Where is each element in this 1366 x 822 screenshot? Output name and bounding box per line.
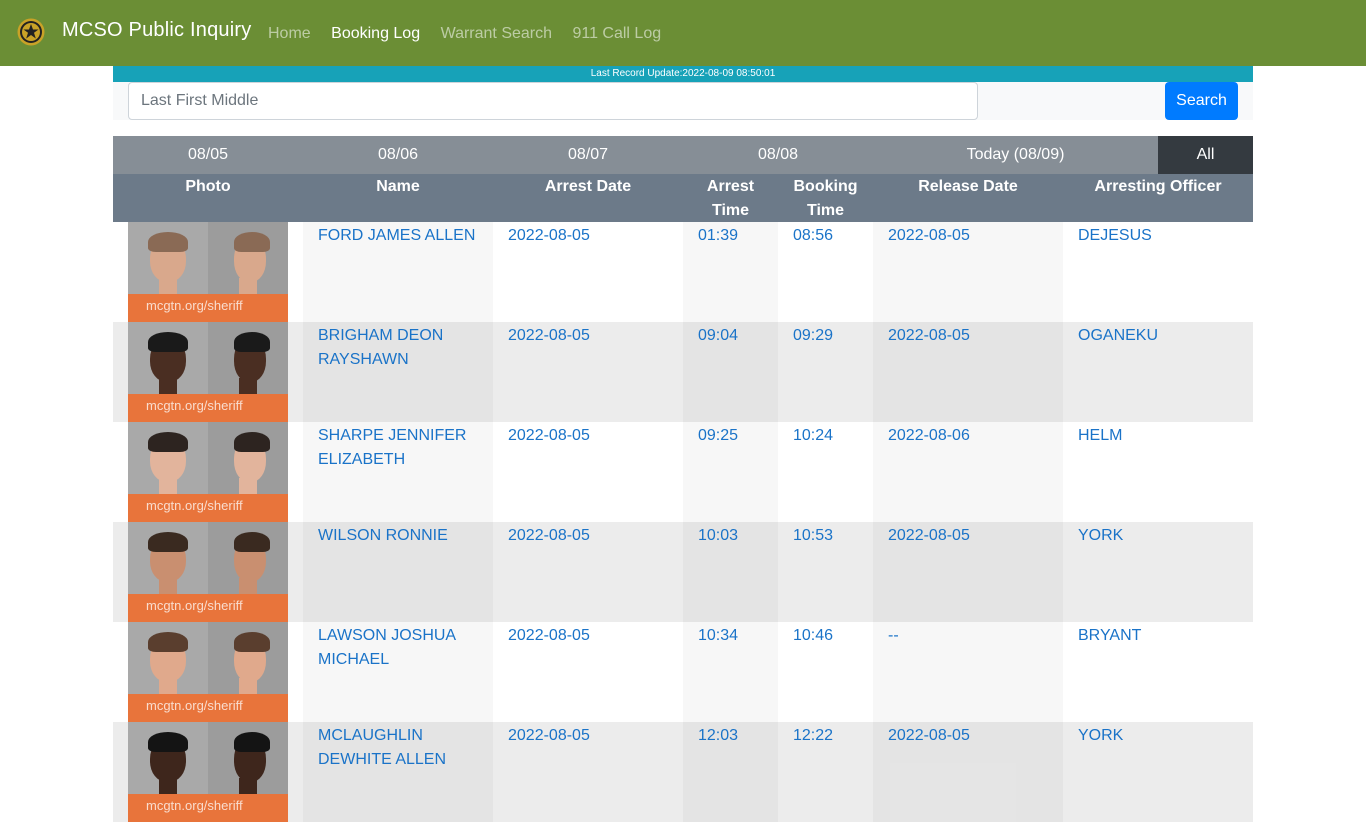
cell-booking-time[interactable]: 12:22: [778, 722, 873, 822]
day-filter-tabs: 08/05 08/06 08/07 08/08 Today (08/09) Al…: [113, 136, 1253, 174]
photo-cell: mcgtn.org/sheriff Montgomery County Gove…: [113, 222, 303, 322]
table-row: mcgtn.org/sheriff Montgomery County Gove…: [113, 322, 1253, 422]
table-row: mcgtn.org/sheriff Montgomery County Gove…: [113, 722, 1253, 822]
tab-day-0805[interactable]: 08/05: [113, 136, 303, 174]
cell-arrest-time[interactable]: 10:03: [683, 522, 778, 622]
mugshot-image[interactable]: mcgtn.org/sheriff Montgomery County Gove…: [128, 422, 288, 522]
mugshot-watermark: mcgtn.org/sheriff Montgomery County Gove…: [146, 698, 243, 713]
column-header-booking-time: Booking Time: [793, 178, 858, 219]
cell-release-date[interactable]: --: [873, 622, 1063, 722]
cell-name[interactable]: FORD JAMES ALLEN: [303, 222, 493, 322]
column-header-arresting-officer: Arresting Officer: [1094, 178, 1222, 195]
mugshot-watermark: mcgtn.org/sheriff Montgomery County Gove…: [146, 798, 243, 813]
cell-name[interactable]: LAWSON JOSHUA MICHAEL: [303, 622, 493, 722]
brand-title[interactable]: MCSO Public Inquiry: [62, 19, 251, 42]
column-header-arrest-date: Arrest Date: [544, 178, 632, 195]
cell-booking-time[interactable]: 09:29: [778, 322, 873, 422]
cell-arresting-officer[interactable]: OGANEKU: [1063, 322, 1253, 422]
cell-release-date[interactable]: 2022-08-05: [873, 322, 1063, 422]
photo-cell: mcgtn.org/sheriff Montgomery County Gove…: [113, 522, 303, 622]
photo-cell: mcgtn.org/sheriff Montgomery County Gove…: [113, 422, 303, 522]
cell-arrest-date[interactable]: 2022-08-05: [493, 422, 683, 522]
column-header-name: Name: [376, 178, 420, 195]
cell-arrest-time[interactable]: 09:25: [683, 422, 778, 522]
cell-name[interactable]: BRIGHAM DEON RAYSHAWN: [303, 322, 493, 422]
column-header-photo: Photo: [185, 178, 231, 195]
cell-arrest-date[interactable]: 2022-08-05: [493, 322, 683, 422]
cell-arrest-time[interactable]: 01:39: [683, 222, 778, 322]
cell-arresting-officer[interactable]: DEJESUS: [1063, 222, 1253, 322]
cell-booking-time[interactable]: 10:46: [778, 622, 873, 722]
search-bar: Search: [113, 82, 1253, 120]
tab-day-today[interactable]: Today (08/09): [873, 136, 1158, 174]
cell-arrest-time[interactable]: 10:34: [683, 622, 778, 722]
last-update-banner: Last Record Update:2022-08-09 08:50:01: [113, 66, 1253, 82]
nav-link-911-call-log[interactable]: 911 Call Log: [572, 24, 661, 44]
cell-arrest-time[interactable]: 09:04: [683, 322, 778, 422]
search-button[interactable]: Search: [1165, 82, 1238, 120]
cell-arresting-officer[interactable]: YORK: [1063, 522, 1253, 622]
column-header-release-date: Release Date: [918, 178, 1018, 195]
column-header-arrest-time: Arrest Time: [706, 178, 755, 219]
mugshot-image[interactable]: mcgtn.org/sheriff Montgomery County Gove…: [128, 522, 288, 622]
cell-name[interactable]: SHARPE JENNIFER ELIZABETH: [303, 422, 493, 522]
cell-arrest-date[interactable]: 2022-08-05: [493, 622, 683, 722]
cell-arrest-time[interactable]: 12:03: [683, 722, 778, 822]
cell-arrest-date[interactable]: 2022-08-05: [493, 222, 683, 322]
photo-cell: mcgtn.org/sheriff Montgomery County Gove…: [113, 322, 303, 422]
tab-day-0806[interactable]: 08/06: [303, 136, 493, 174]
cell-release-date[interactable]: 2022-08-05: [873, 722, 1063, 822]
mugshot-watermark: mcgtn.org/sheriff Montgomery County Gove…: [146, 398, 243, 413]
cell-booking-time[interactable]: 10:24: [778, 422, 873, 522]
photo-cell: mcgtn.org/sheriff Montgomery County Gove…: [113, 622, 303, 722]
name-search-input[interactable]: [128, 82, 978, 120]
cell-arrest-date[interactable]: 2022-08-05: [493, 722, 683, 822]
mugshot-image[interactable]: mcgtn.org/sheriff Montgomery County Gove…: [128, 622, 288, 722]
mugshot-watermark: mcgtn.org/sheriff Montgomery County Gove…: [146, 498, 243, 513]
nav-links: Home Booking Log Warrant Search 911 Call…: [268, 24, 677, 44]
cell-arresting-officer[interactable]: YORK: [1063, 722, 1253, 822]
cell-name[interactable]: MCLAUGHLIN DEWHITE ALLEN: [303, 722, 493, 822]
table-row: mcgtn.org/sheriff Montgomery County Gove…: [113, 222, 1253, 322]
mugshot-watermark: mcgtn.org/sheriff Montgomery County Gove…: [146, 298, 243, 313]
cell-arresting-officer[interactable]: HELM: [1063, 422, 1253, 522]
photo-cell: mcgtn.org/sheriff Montgomery County Gove…: [113, 722, 303, 822]
mugshot-watermark: mcgtn.org/sheriff Montgomery County Gove…: [146, 598, 243, 613]
cell-booking-time[interactable]: 10:53: [778, 522, 873, 622]
cell-booking-time[interactable]: 08:56: [778, 222, 873, 322]
table-row: mcgtn.org/sheriff Montgomery County Gove…: [113, 422, 1253, 522]
cell-release-date[interactable]: 2022-08-06: [873, 422, 1063, 522]
table-row: mcgtn.org/sheriff Montgomery County Gove…: [113, 622, 1253, 722]
cell-name[interactable]: WILSON RONNIE: [303, 522, 493, 622]
booking-table-header: Photo Name Arrest Date Arrest Time Booki…: [113, 174, 1253, 222]
mugshot-image[interactable]: mcgtn.org/sheriff Montgomery County Gove…: [128, 722, 288, 822]
cell-arresting-officer[interactable]: BRYANT: [1063, 622, 1253, 722]
mugshot-image[interactable]: mcgtn.org/sheriff Montgomery County Gove…: [128, 322, 288, 422]
cell-arrest-date[interactable]: 2022-08-05: [493, 522, 683, 622]
nav-link-warrant-search[interactable]: Warrant Search: [441, 24, 552, 44]
mugshot-image[interactable]: mcgtn.org/sheriff Montgomery County Gove…: [128, 222, 288, 322]
top-navbar: MCSO Public Inquiry Home Booking Log War…: [0, 0, 1366, 66]
table-row: mcgtn.org/sheriff Montgomery County Gove…: [113, 522, 1253, 622]
sheriff-badge-icon[interactable]: [17, 18, 45, 46]
tab-day-all[interactable]: All: [1158, 136, 1253, 174]
cell-release-date[interactable]: 2022-08-05: [873, 222, 1063, 322]
nav-link-booking-log[interactable]: Booking Log: [331, 24, 420, 44]
booking-table-body: mcgtn.org/sheriff Montgomery County Gove…: [113, 222, 1253, 822]
tab-day-0808[interactable]: 08/08: [683, 136, 873, 174]
nav-link-home[interactable]: Home: [268, 24, 311, 44]
tab-day-0807[interactable]: 08/07: [493, 136, 683, 174]
cell-release-date[interactable]: 2022-08-05: [873, 522, 1063, 622]
